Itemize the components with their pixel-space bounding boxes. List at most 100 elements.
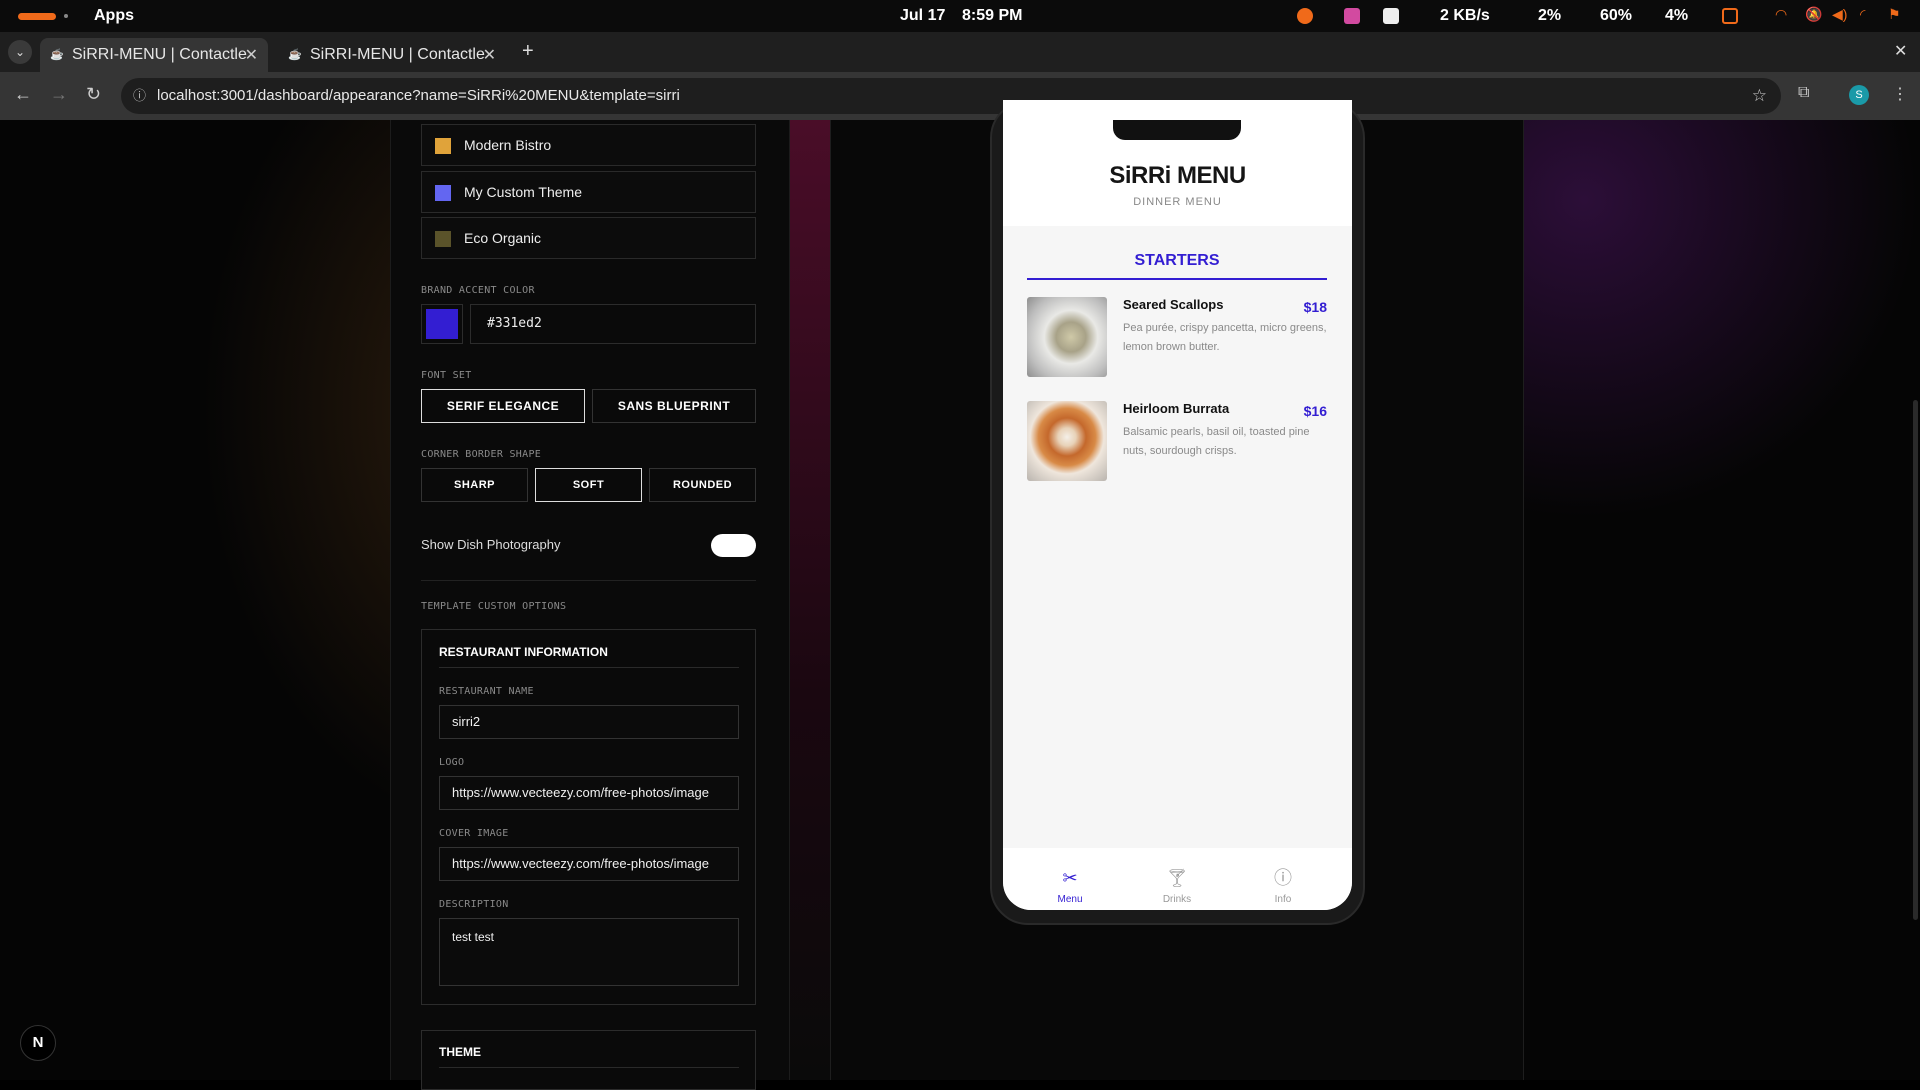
divider <box>439 667 739 668</box>
phone-notch <box>1113 120 1241 140</box>
favicon-icon: ☕ <box>288 49 302 61</box>
cover-image-label: COVER IMAGE <box>439 828 509 839</box>
menu-preview-screen <box>1003 100 1352 910</box>
background-glow <box>1500 120 1920 520</box>
description-textarea[interactable]: test test <box>439 918 739 986</box>
tab-search-button[interactable]: ⌄ <box>8 40 32 64</box>
address-bar[interactable]: ⓘ localhost:3001/dashboard/appearance?na… <box>121 78 1781 114</box>
app-indicator-icon[interactable] <box>1344 8 1360 24</box>
description-label: DESCRIPTION <box>439 899 509 910</box>
menu-item[interactable]: Heirloom Burrata $16 Balsamic pearls, ba… <box>1027 401 1327 485</box>
dish-description: Pea purée, crispy pancetta, micro greens… <box>1123 322 1327 353</box>
new-tab-icon[interactable]: + <box>522 40 534 63</box>
vpn-icon[interactable] <box>1297 8 1313 24</box>
theme-name: Modern Bistro <box>464 137 552 153</box>
nav-label: Menu <box>1057 894 1083 905</box>
volume-icon[interactable]: ◀) <box>1832 6 1848 22</box>
divider <box>439 1067 739 1068</box>
dish-price: $18 <box>1303 299 1327 315</box>
dish-name: Heirloom Burrata <box>1123 401 1230 416</box>
panel-divider <box>790 120 830 1080</box>
nav-label: Info <box>1274 894 1292 905</box>
second-battery-percent: 4% <box>1665 7 1689 24</box>
template-options-label: TEMPLATE CUSTOM OPTIONS <box>421 601 567 612</box>
font-option-sans-blueprint[interactable]: SANS BLUEPRINT <box>592 389 756 423</box>
utensils-icon: ✂ <box>1062 868 1078 888</box>
nav-drinks[interactable]: 🍸︎ Drinks <box>1147 868 1207 905</box>
dish-photography-label: Show Dish Photography <box>421 537 561 552</box>
close-tab-icon[interactable]: ✕ <box>483 45 496 65</box>
network-speed: 2 KB/s <box>1440 7 1490 24</box>
font-option-serif-elegance[interactable]: SERIF ELEGANCE <box>421 389 585 423</box>
theme-swatch <box>435 138 451 154</box>
font-set-label: FONT SET <box>421 370 472 381</box>
dish-photo <box>1027 401 1107 481</box>
dish-photo <box>1027 297 1107 377</box>
notifications-off-icon[interactable]: 🔕 <box>1805 6 1822 22</box>
wifi-icon[interactable]: ◠ <box>1775 6 1791 22</box>
time: 8:59 PM <box>962 7 1023 24</box>
accent-color-label: BRAND ACCENT COLOR <box>421 285 535 296</box>
date: Jul 17 <box>900 7 946 24</box>
dish-description: Balsamic pearls, basil oil, toasted pine… <box>1123 426 1310 457</box>
menu-title: SiRRi MENU <box>1109 162 1246 189</box>
dish-photography-toggle[interactable] <box>711 534 756 557</box>
gauge-icon[interactable]: ◜ <box>1860 6 1876 22</box>
nav-label: Drinks <box>1162 894 1192 905</box>
logo-label: LOGO <box>439 757 465 768</box>
tab-title: SiRRI-MENU | Contactle <box>310 46 485 63</box>
browser-tab-bar: ⌄ ☕ SiRRI-MENU | Contactle ✕ ☕ SiRRI-MEN… <box>0 32 1920 72</box>
os-top-bar: Apps Jul 17 8:59 PM 2 KB/s 2% 60% 4% ◠ 🔕… <box>0 0 1920 32</box>
theme-option-my-custom-theme[interactable]: My Custom Theme <box>421 171 756 213</box>
corner-option-sharp[interactable]: SHARP <box>421 468 528 502</box>
nav-info[interactable]: ⓘ Info <box>1253 868 1313 905</box>
clipboard-icon[interactable] <box>1722 8 1738 24</box>
close-window-icon[interactable]: ✕ <box>1894 41 1907 61</box>
info-icon: ⓘ <box>1274 868 1292 888</box>
restaurant-name-input[interactable]: sirri2 <box>439 705 739 739</box>
power-icon[interactable]: ⚑ <box>1888 6 1904 22</box>
site-info-icon[interactable]: ⓘ <box>133 78 146 114</box>
bookmark-star-icon[interactable]: ☆ <box>1752 78 1767 114</box>
logo-url-input[interactable]: https://www.vecteezy.com/free-photos/ima… <box>439 776 739 810</box>
menu-kebab-icon[interactable]: ⋮ <box>1892 84 1908 104</box>
dish-name: Seared Scallops <box>1123 297 1224 312</box>
corner-shape-label: CORNER BORDER SHAPE <box>421 449 542 460</box>
theme-swatch <box>435 231 451 247</box>
activities-indicator[interactable] <box>18 13 56 20</box>
divider <box>421 580 756 581</box>
cocktail-icon: 🍸︎ <box>1165 868 1189 888</box>
nav-menu[interactable]: ✂ Menu <box>1040 868 1100 905</box>
page-scrollbar[interactable] <box>1913 400 1918 920</box>
nextjs-dev-badge[interactable]: N <box>20 1025 56 1061</box>
theme-heading: THEME <box>439 1045 481 1059</box>
restaurant-name-label: RESTAURANT NAME <box>439 686 534 697</box>
theme-swatch <box>435 185 451 201</box>
browser-tab-active[interactable]: ☕ SiRRI-MENU | Contactle ✕ <box>40 38 268 72</box>
back-icon[interactable]: ← <box>14 84 32 105</box>
corner-option-soft[interactable]: SOFT <box>535 468 642 502</box>
profile-avatar[interactable]: S <box>1849 85 1869 105</box>
accent-color-input[interactable]: #331ed2 <box>470 304 756 344</box>
battery-percent: 60% <box>1600 7 1633 24</box>
apps-label[interactable]: Apps <box>94 7 134 25</box>
dish-price: $16 <box>1303 403 1327 419</box>
forward-icon[interactable]: → <box>50 84 68 105</box>
theme-option-eco-organic[interactable]: Eco Organic <box>421 217 756 259</box>
menu-item[interactable]: Seared Scallops $18 Pea purée, crispy pa… <box>1027 297 1327 381</box>
corner-option-rounded[interactable]: ROUNDED <box>649 468 756 502</box>
menu-subtitle: DINNER MENU <box>1133 196 1222 208</box>
restaurant-info-heading: RESTAURANT INFORMATION <box>439 645 608 659</box>
favicon-icon: ☕ <box>50 49 64 61</box>
theme-name: Eco Organic <box>464 230 542 246</box>
cover-image-url-input[interactable]: https://www.vecteezy.com/free-photos/ima… <box>439 847 739 881</box>
reload-icon[interactable]: ↻ <box>86 84 101 105</box>
cpu-usage: 2% <box>1538 7 1562 24</box>
browser-tab[interactable]: ☕ SiRRI-MENU | Contactle ✕ <box>278 38 506 72</box>
url-text: localhost:3001/dashboard/appearance?name… <box>157 87 680 104</box>
extensions-icon[interactable]: ⧉ <box>1798 84 1809 102</box>
a-indicator-icon[interactable] <box>1383 8 1399 24</box>
theme-option-modern-bistro[interactable]: Modern Bistro <box>421 124 756 166</box>
close-tab-icon[interactable]: ✕ <box>245 45 258 65</box>
accent-color-swatch[interactable] <box>421 304 463 344</box>
